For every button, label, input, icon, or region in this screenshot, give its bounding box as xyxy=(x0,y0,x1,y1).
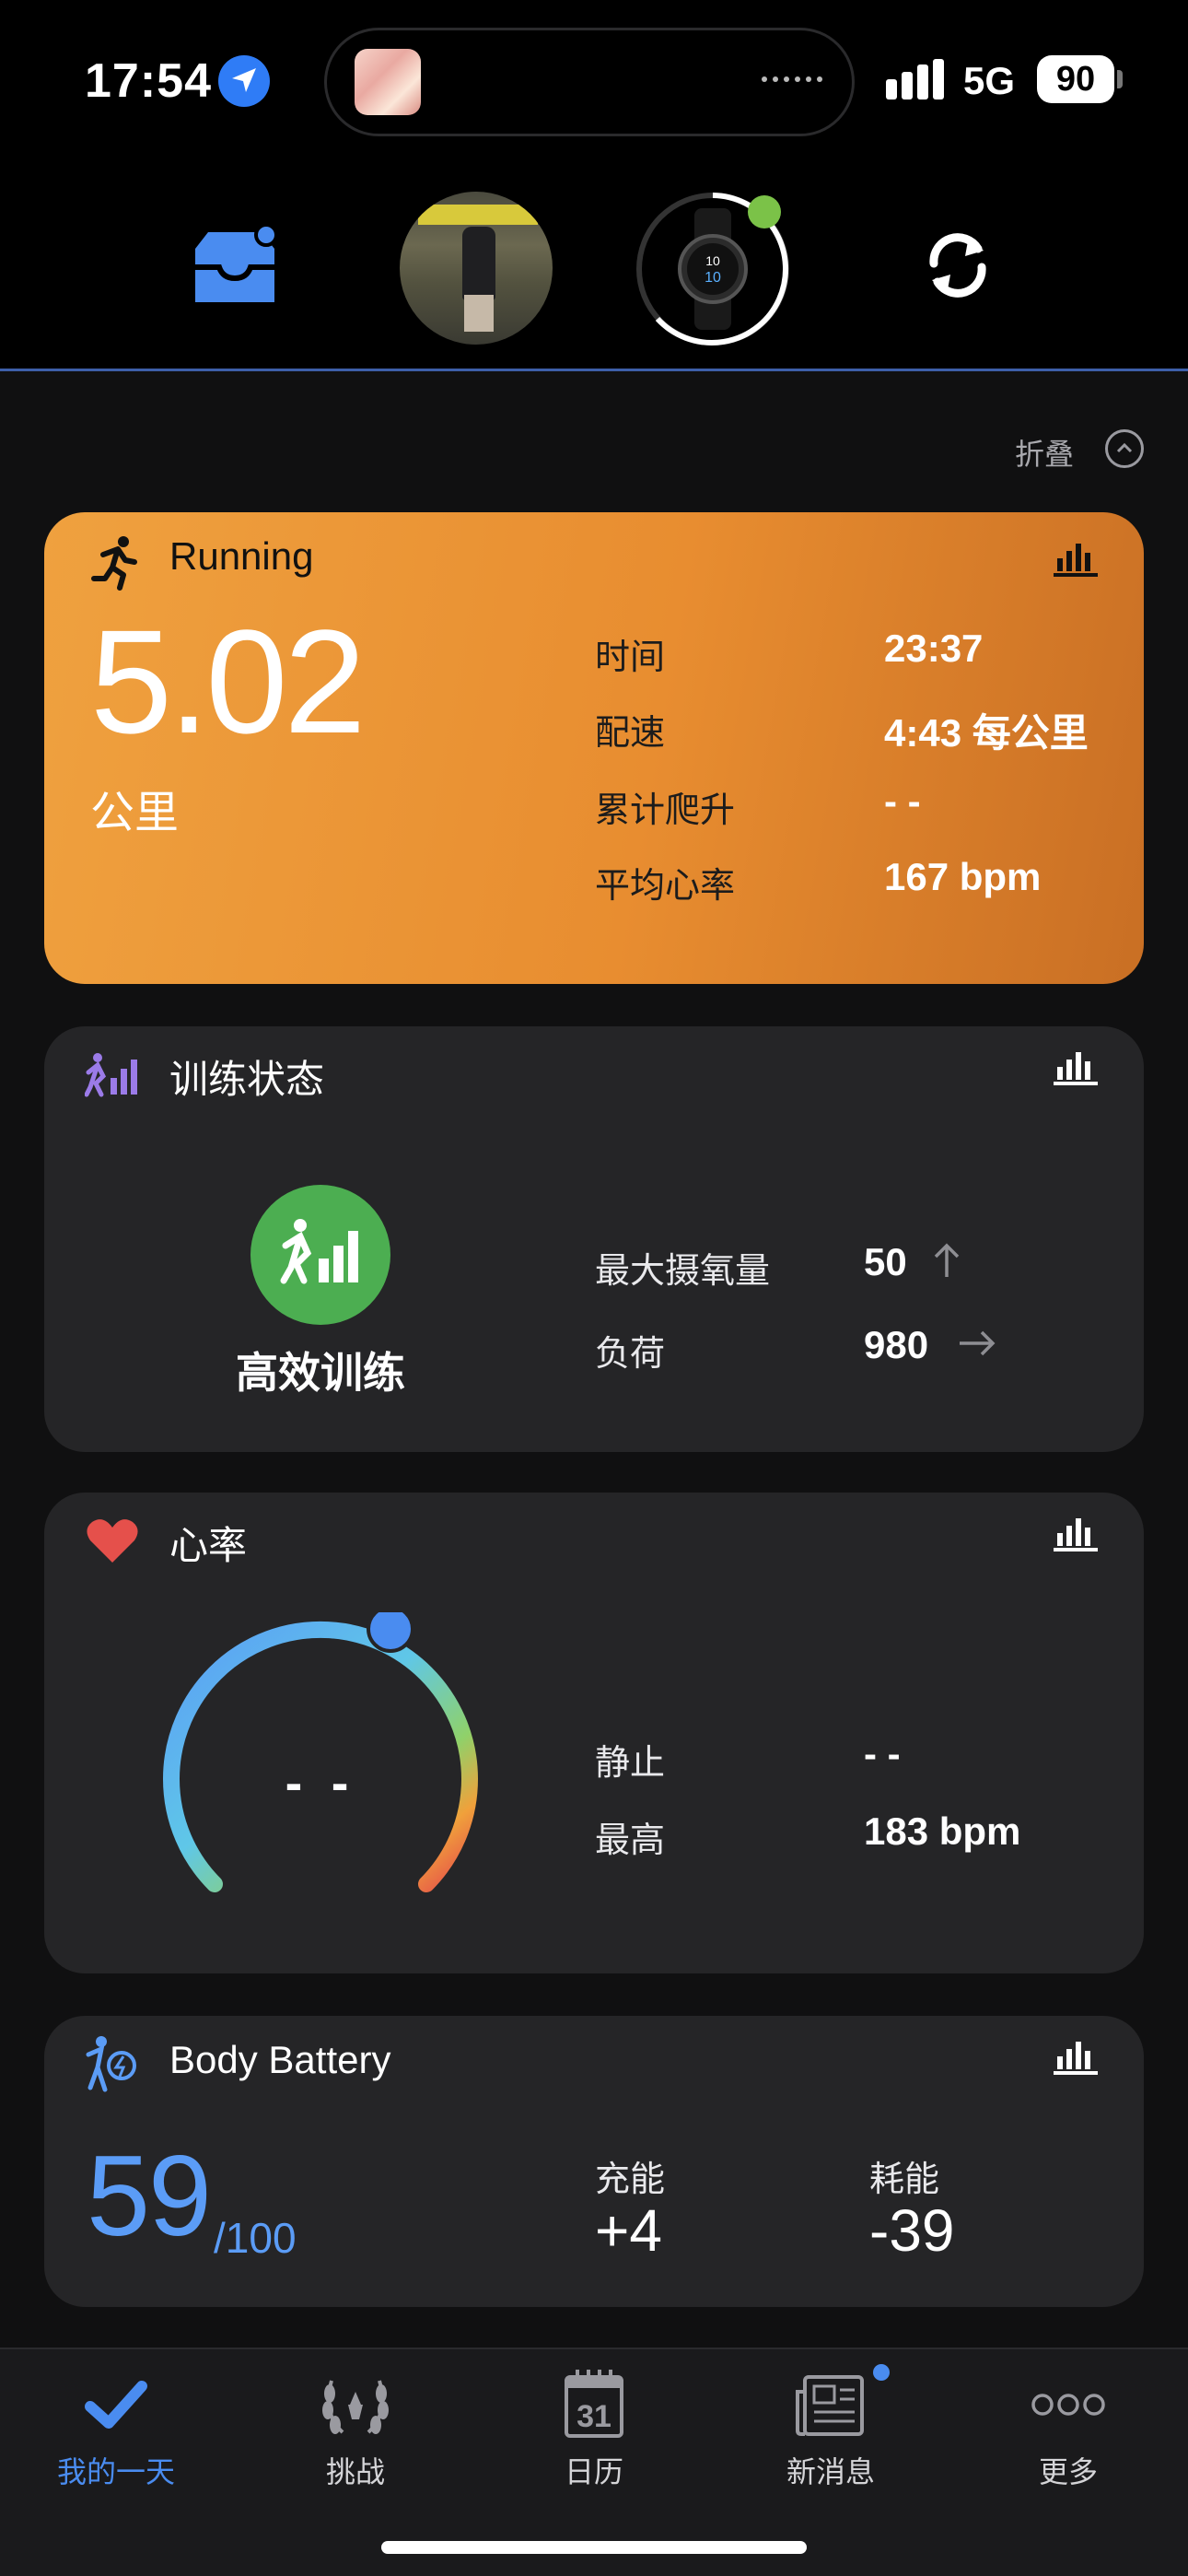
body-battery-icon xyxy=(86,2036,136,2092)
resting-hr-label: 静止 xyxy=(595,1744,666,1783)
waveform-icon xyxy=(762,76,822,82)
drained-label: 耗能 xyxy=(869,2160,940,2199)
sync-icon xyxy=(929,233,986,298)
collapse-label[interactable]: 折叠 xyxy=(1015,431,1074,474)
heart-rate-title: 心率 xyxy=(169,1524,248,1567)
checkmark-icon xyxy=(85,2381,147,2429)
more-icon xyxy=(1031,2394,1105,2416)
device-connected-indicator xyxy=(748,195,781,228)
location-arrow-icon xyxy=(218,55,270,107)
arrow-right-icon xyxy=(960,1330,996,1356)
status-bar: 17:54 5G 90 xyxy=(0,0,1188,166)
top-nav xyxy=(0,166,1188,370)
vo2max-label: 最大摄氧量 xyxy=(595,1252,771,1291)
tab-label: 更多 xyxy=(1038,2455,1098,2488)
tab-label: 新消息 xyxy=(786,2455,875,2488)
training-load-value: 980 xyxy=(864,1323,929,1366)
body-battery-value: 59 xyxy=(87,2133,212,2260)
running-stat-value: 167 bpm xyxy=(884,855,1042,898)
resting-hr-value: - - xyxy=(864,1732,901,1775)
running-stat-value: 23:37 xyxy=(884,626,984,670)
running-stat-label: 配速 xyxy=(595,714,666,753)
running-stat-label: 时间 xyxy=(595,638,666,677)
running-stat-value: 4:43 每公里 xyxy=(884,711,1089,755)
drained-value: -39 xyxy=(869,2197,955,2264)
body-battery-card[interactable]: Body Battery 59 /100 充能 +4 耗能 -39 xyxy=(44,2016,1144,2307)
profile-avatar[interactable] xyxy=(400,192,553,345)
training-status-value: 高效训练 xyxy=(236,1349,405,1397)
home-indicator[interactable] xyxy=(381,2541,807,2554)
running-stat-label: 平均心率 xyxy=(595,867,736,906)
tab-more[interactable]: 更多 xyxy=(976,2368,1160,2497)
bar-chart-icon xyxy=(1054,1518,1098,1551)
svg-text:10: 10 xyxy=(705,270,721,286)
training-status-icon xyxy=(85,1053,137,1097)
arrow-up-icon xyxy=(934,1243,960,1277)
running-distance-unit: 公里 xyxy=(90,789,180,837)
garmin-connect-screen: 17:54 5G 90 10 10 折叠 Running 5.02 公里 时间 … xyxy=(0,0,1188,2576)
tab-challenges[interactable]: 挑战 xyxy=(263,2368,448,2497)
tab-label: 日历 xyxy=(564,2455,623,2488)
bar-chart-icon xyxy=(1054,1052,1098,1085)
inbox-badge xyxy=(254,223,278,247)
calendar-date: 31 xyxy=(577,2399,611,2434)
cellular-signal-icon xyxy=(886,59,945,100)
battery-indicator: 90 xyxy=(1037,55,1114,103)
tab-my-day[interactable]: 我的一天 xyxy=(24,2368,208,2497)
vo2max-value: 50 xyxy=(864,1240,907,1283)
max-hr-label: 最高 xyxy=(595,1821,666,1860)
chevron-up-icon[interactable] xyxy=(1105,429,1144,468)
newspaper-icon xyxy=(796,2375,864,2436)
tab-label: 挑战 xyxy=(325,2455,385,2488)
running-distance: 5.02 xyxy=(90,599,366,764)
max-hr-value: 183 bpm xyxy=(864,1809,1021,1853)
battery-tip xyxy=(1117,70,1123,88)
training-status-card[interactable]: 训练状态 高效训练 最大摄氧量 50 负荷 980 xyxy=(44,1026,1144,1452)
news-badge xyxy=(873,2364,890,2381)
network-type: 5G xyxy=(963,59,1016,102)
status-time: 17:54 xyxy=(85,54,212,108)
runner-icon xyxy=(91,536,137,591)
heart-rate-current: - - xyxy=(285,1753,356,1811)
svg-text:10: 10 xyxy=(705,253,720,268)
top-nav-divider xyxy=(0,369,1188,371)
heart-icon xyxy=(87,1519,138,1563)
tab-calendar[interactable]: 31 日历 xyxy=(502,2368,686,2497)
running-stat-value: - - xyxy=(884,779,921,823)
running-activity-card[interactable]: Running 5.02 公里 时间 23:37 配速 4:43 每公里 累计爬… xyxy=(44,512,1144,984)
training-status-title: 训练状态 xyxy=(169,1058,325,1101)
charged-label: 充能 xyxy=(595,2160,666,2199)
bar-chart-icon xyxy=(1054,2042,1098,2075)
training-load-label: 负荷 xyxy=(595,1335,666,1374)
calendar-icon: 31 xyxy=(565,2370,623,2438)
running-title: Running xyxy=(169,534,314,578)
bar-chart-icon xyxy=(1054,544,1098,577)
body-battery-max: /100 xyxy=(214,2214,297,2262)
charged-value: +4 xyxy=(595,2197,662,2264)
laurel-icon xyxy=(322,2380,389,2434)
tab-news[interactable]: 新消息 xyxy=(739,2368,923,2497)
heart-rate-card[interactable]: 心率 - - 静止 - - 最高 183 bpm xyxy=(44,1493,1144,1973)
productive-training-badge xyxy=(250,1185,390,1325)
running-stat-label: 累计爬升 xyxy=(595,791,736,830)
sync-button[interactable] xyxy=(921,227,995,304)
dynamic-island[interactable] xyxy=(324,28,855,136)
tab-label: 我的一天 xyxy=(56,2455,175,2488)
training-runner-icon xyxy=(280,1219,358,1284)
now-playing-thumbnail xyxy=(355,49,421,115)
body-battery-title: Body Battery xyxy=(169,2038,391,2081)
